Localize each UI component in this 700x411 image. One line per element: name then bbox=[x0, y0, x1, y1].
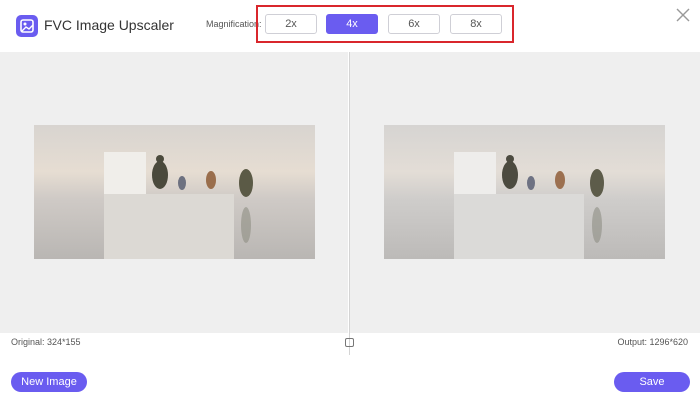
magnification-8x-button[interactable]: 8x bbox=[450, 14, 502, 34]
new-image-button[interactable]: New Image bbox=[11, 372, 87, 392]
close-icon bbox=[676, 8, 690, 22]
original-image bbox=[34, 125, 315, 259]
original-size-label: Original: 324*155 bbox=[11, 337, 81, 347]
header: FVC Image Upscaler Magnification: 2x 4x … bbox=[0, 0, 700, 52]
output-image bbox=[384, 125, 665, 259]
original-preview-panel bbox=[0, 52, 348, 333]
magnification-2x-button[interactable]: 2x bbox=[265, 14, 317, 34]
upscaler-window: FVC Image Upscaler Magnification: 2x 4x … bbox=[0, 0, 700, 411]
output-size-label: Output: 1296*620 bbox=[617, 337, 688, 347]
magnification-4x-button[interactable]: 4x bbox=[326, 14, 378, 34]
magnification-6x-button[interactable]: 6x bbox=[388, 14, 440, 34]
magnification-label: Magnification: bbox=[206, 19, 262, 29]
app-title: FVC Image Upscaler bbox=[44, 17, 174, 33]
output-preview-panel bbox=[350, 52, 700, 333]
close-button[interactable] bbox=[674, 6, 692, 24]
save-button[interactable]: Save bbox=[614, 372, 690, 392]
divider-line bbox=[349, 52, 350, 355]
app-logo-icon bbox=[16, 15, 38, 37]
compare-icon[interactable] bbox=[345, 338, 354, 347]
